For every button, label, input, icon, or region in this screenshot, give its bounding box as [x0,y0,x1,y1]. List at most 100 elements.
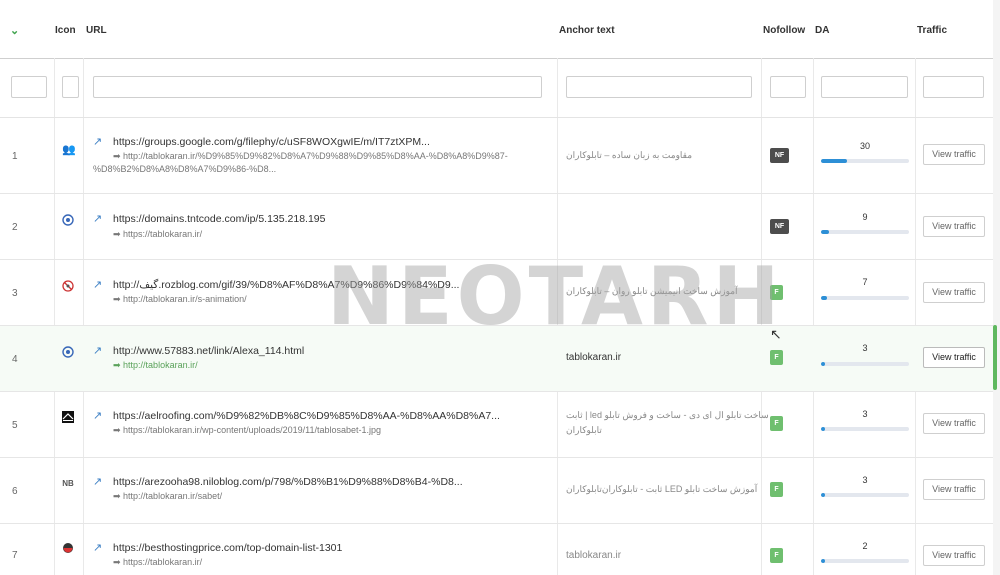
site-favicon-icon [62,542,74,554]
table-row: 3 ↗ http://گیف.rozblog.com/gif/39/%D8%AF… [0,260,993,326]
external-link-icon[interactable]: ↗ [93,135,102,148]
follow-badge: F [770,416,783,431]
scrollbar-track[interactable] [993,0,1000,575]
backlink-url[interactable]: https://besthostingprice.com/top-domain-… [113,542,342,554]
da-progress-fill [821,559,825,563]
table-row: 4 ↗ http://www.57883.net/link/Alexa_114.… [0,326,993,392]
globe-icon [62,346,74,358]
da-progress-bar [821,427,909,431]
da-progress-bar [821,296,909,300]
external-link-icon[interactable]: ↗ [93,409,102,422]
backlink-url[interactable]: https://groups.google.com/g/filephy/c/uS… [113,136,430,148]
target-url[interactable]: ➡ https://tablokaran.ir/ [113,228,202,241]
view-traffic-button[interactable]: View traffic [923,479,985,500]
target-url[interactable]: ➡ http://tablokaran.ir/sabet/ [113,490,222,503]
chevron-down-icon[interactable]: ⌄ [10,24,19,37]
external-link-icon[interactable]: ↗ [93,475,102,488]
da-progress-bar [821,559,909,563]
da-value: 30 [859,141,870,151]
table-row: 6 NB ↗ https://arezooha98.niloblog.com/p… [0,458,993,524]
da-value: 9 [862,212,868,222]
da-value: 3 [862,409,868,419]
view-traffic-button[interactable]: View traffic [923,545,985,566]
anchor-text: آموزش ساخت انیمیشن تابلو روان – تابلوکار… [566,286,738,296]
table-row: 5 ↗ https://aelroofing.com/%D9%82%DB%8C%… [0,392,993,458]
row-number: 6 [12,486,18,497]
anchor-text: tablokaran.ir [566,550,622,561]
filter-icon-input[interactable] [62,76,79,98]
users-icon: 👥 [62,144,76,156]
column-header-url[interactable]: URL [86,25,107,36]
backlink-url[interactable]: https://domains.tntcode.com/ip/5.135.218… [113,213,325,225]
target-url[interactable]: ➡ http://tablokaran.ir/ [113,359,198,372]
anchor-text-continued: تابلوکاران [566,425,602,435]
da-progress-bar [821,362,909,366]
external-link-icon[interactable]: ↗ [93,278,102,291]
target-url[interactable]: ➡ http://tablokaran.ir/s-animation/ [113,293,247,306]
backlink-url[interactable]: http://www.57883.net/link/Alexa_114.html [113,345,304,357]
anchor-text: ثابت | led ساخت تابلو ال ای دی - ساخت و … [566,410,769,420]
da-progress-fill [821,493,825,497]
nofollow-badge: NF [770,219,789,234]
filter-anchor-input[interactable] [566,76,752,98]
table-row: 7 ↗ https://besthostingprice.com/top-dom… [0,524,993,575]
follow-badge: F [770,548,783,563]
anchor-text: ثابت - تابلوکاران‌تابلوکاران LED آموزش س… [566,484,758,494]
da-progress-fill [821,362,825,366]
da-value: 2 [862,541,868,551]
external-link-icon[interactable]: ↗ [93,541,102,554]
follow-badge: F [770,285,783,300]
filter-nofollow-input[interactable] [770,76,806,98]
da-progress-fill [821,296,828,300]
row-number: 5 [12,420,18,431]
external-link-icon[interactable]: ↗ [93,212,102,225]
scrollbar-thumb[interactable] [993,325,997,390]
da-progress-bar [821,159,909,163]
row-number: 1 [12,151,18,162]
view-traffic-button[interactable]: View traffic [923,413,985,434]
column-header-traffic[interactable]: Traffic [917,25,947,36]
da-progress-fill [821,230,829,234]
table-header: ⌄ Icon URL Anchor text Nofollow DA Traff… [0,0,993,59]
view-traffic-button[interactable]: View traffic [923,144,985,165]
backlink-url[interactable]: https://arezooha98.niloblog.com/p/798/%D… [113,476,463,488]
da-value: 3 [862,343,868,353]
anchor-text: tablokaran.ir [566,352,622,363]
anchor-text: مقاومت به زبان ساده – تابلوکاران [566,150,693,160]
view-traffic-button[interactable]: View traffic [923,282,985,303]
follow-badge: F [770,482,783,497]
backlink-url[interactable]: https://aelroofing.com/%D9%82%DB%8C%D9%8… [113,410,500,422]
row-number: 3 [12,288,18,299]
backlink-url[interactable]: http://گیف.rozblog.com/gif/39/%D8%AF%D8%… [113,279,459,291]
column-header-icon: Icon [55,25,76,36]
filter-da-input[interactable] [821,76,908,98]
external-link-icon[interactable]: ↗ [93,344,102,357]
target-url[interactable]: ➡ http://tablokaran.ir/%D9%85%D9%82%D8%A… [113,150,508,163]
row-number: 4 [12,354,18,365]
view-traffic-button[interactable]: View traffic [923,216,985,237]
filter-traffic-input[interactable] [923,76,984,98]
backlinks-table: ⌄ Icon URL Anchor text Nofollow DA Traff… [0,0,993,575]
target-url-continued: %D8%B2%D8%A8%D8%A7%D9%86-%D8... [93,164,277,174]
column-header-anchor[interactable]: Anchor text [559,25,615,36]
da-value: 3 [862,475,868,485]
nofollow-badge: NF [770,148,789,163]
da-progress-fill [821,427,825,431]
follow-badge: F [770,350,783,365]
column-header-nofollow[interactable]: Nofollow [763,25,805,36]
target-url[interactable]: ➡ https://tablokaran.ir/wp-content/uploa… [113,424,381,437]
table-row: 2 ↗ https://domains.tntcode.com/ip/5.135… [0,194,993,260]
target-url[interactable]: ➡ https://tablokaran.ir/ [113,556,202,569]
nb-icon: NB [62,479,74,488]
table-row: 1 👥 ↗ https://groups.google.com/g/fileph… [0,117,993,194]
column-header-da[interactable]: DA [815,25,829,36]
row-number: 7 [12,550,18,561]
filter-num-input[interactable] [11,76,47,98]
da-progress-bar [821,493,909,497]
da-progress-bar [821,230,909,234]
view-traffic-button[interactable]: View traffic [923,347,985,368]
blocked-icon [62,280,74,292]
filter-url-input[interactable] [93,76,542,98]
site-favicon-icon [62,411,74,423]
da-progress-fill [821,159,848,163]
